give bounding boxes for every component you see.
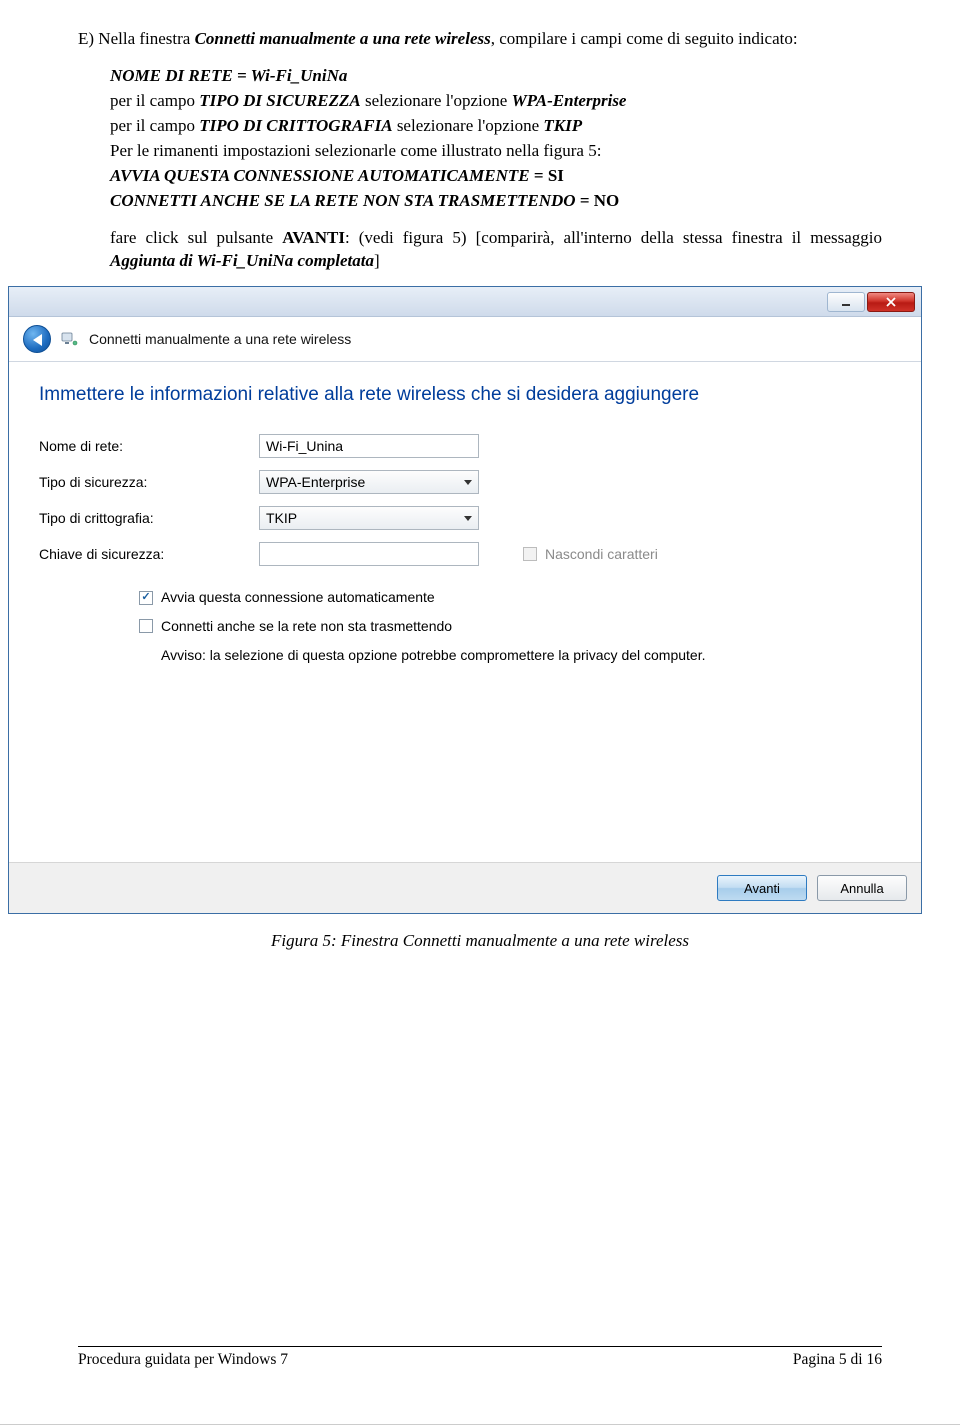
dialog-window: Connetti manualmente a una rete wireless…	[8, 286, 922, 914]
label-hide-chars: Nascondi caratteri	[545, 545, 658, 564]
screenshot-figure: Connetti manualmente a una rete wireless…	[8, 286, 922, 914]
action-paragraph: fare click sul pulsante AVANTI: (vedi fi…	[78, 227, 882, 273]
settings-list: NOME DI RETE = Wi-Fi_UniNa per il campo …	[78, 65, 882, 213]
dialog-heading: Immettere le informazioni relative alla …	[39, 382, 891, 408]
window-title: Connetti manualmente a una rete wireless	[89, 330, 351, 349]
row-encryption-type: Tipo di crittografia: TKIP	[39, 506, 891, 530]
privacy-warning: Avviso: la selezione di questa opzione p…	[39, 646, 891, 665]
network-icon	[61, 330, 79, 348]
window-body: Immettere le informazioni relative alla …	[9, 362, 921, 862]
select-security-type[interactable]: WPA-Enterprise	[259, 470, 479, 494]
row-security-key: Chiave di sicurezza: Nascondi caratteri	[39, 542, 891, 566]
page-footer: Procedura guidata per Windows 7 Pagina 5…	[78, 1346, 882, 1371]
minimize-button[interactable]	[827, 292, 865, 312]
label-auto-connect: Avvia questa connessione automaticamente	[161, 588, 435, 607]
window-header: Connetti manualmente a una rete wireless	[9, 317, 921, 362]
chevron-down-icon	[464, 480, 472, 485]
figure-caption: Figura 5: Finestra Connetti manualmente …	[78, 930, 882, 953]
window-titlebar	[9, 287, 921, 317]
select-encryption-type[interactable]: TKIP	[259, 506, 479, 530]
intro-paragraph: E) Nella finestra Connetti manualmente a…	[78, 28, 882, 51]
cancel-button[interactable]: Annulla	[817, 875, 907, 901]
row-auto-connect: Avvia questa connessione automaticamente	[39, 588, 891, 607]
footer-right: Pagina 5 di 16	[793, 1350, 882, 1371]
input-network-name[interactable]	[259, 434, 479, 458]
row-security-type: Tipo di sicurezza: WPA-Enterprise	[39, 470, 891, 494]
row-network-name: Nome di rete:	[39, 434, 891, 458]
checkbox-connect-hidden[interactable]	[139, 619, 153, 633]
label-encryption-type: Tipo di crittografia:	[39, 509, 259, 528]
input-security-key[interactable]	[259, 542, 479, 566]
window-footer: Avanti Annulla	[9, 862, 921, 913]
checkbox-auto-connect[interactable]	[139, 591, 153, 605]
row-connect-hidden: Connetti anche se la rete non sta trasme…	[39, 617, 891, 636]
back-button[interactable]	[23, 325, 51, 353]
footer-left: Procedura guidata per Windows 7	[78, 1350, 288, 1371]
label-network-name: Nome di rete:	[39, 437, 259, 456]
checkbox-hide-chars	[523, 547, 537, 561]
next-button[interactable]: Avanti	[717, 875, 807, 901]
label-security-type: Tipo di sicurezza:	[39, 473, 259, 492]
close-button[interactable]	[867, 292, 915, 312]
chevron-down-icon	[464, 516, 472, 521]
hide-chars-group: Nascondi caratteri	[523, 545, 658, 564]
label-security-key: Chiave di sicurezza:	[39, 545, 259, 564]
label-connect-hidden: Connetti anche se la rete non sta trasme…	[161, 617, 452, 636]
